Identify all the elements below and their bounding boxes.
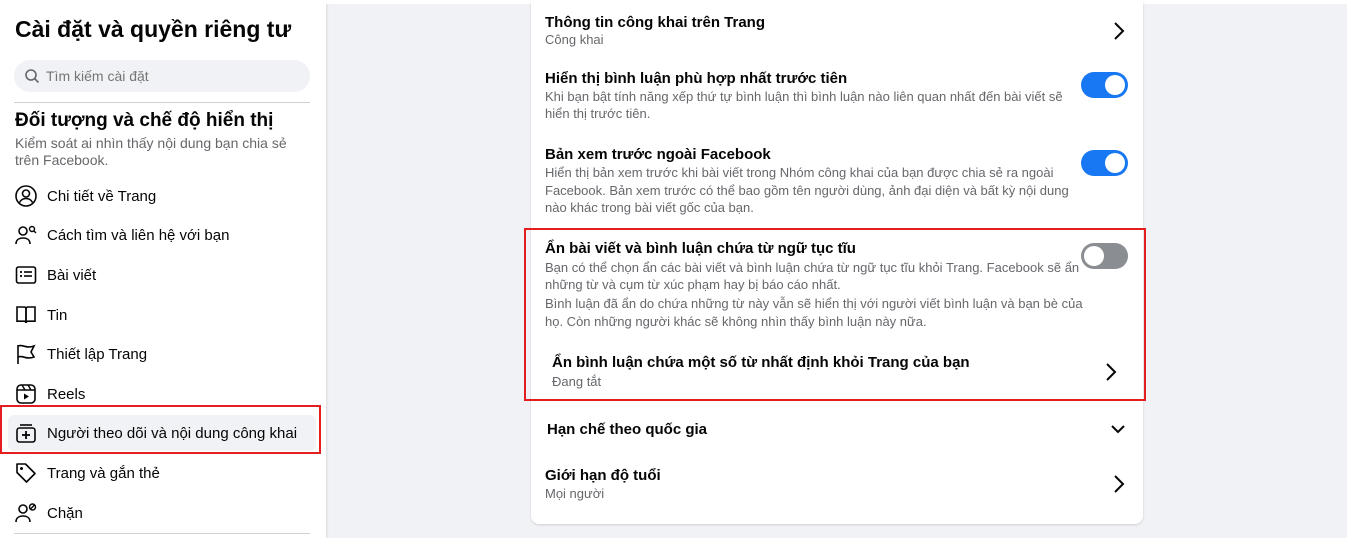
sidebar-item-page-details[interactable]: Chi tiết về Trang: [8, 178, 316, 214]
search-input[interactable]: [44, 67, 298, 85]
user-search-icon: [13, 222, 39, 248]
sidebar-item-label: Tin: [47, 306, 68, 324]
row-title: Hiển thị bình luận phù hợp nhất trước ti…: [545, 70, 848, 87]
chevron-down-icon[interactable]: [1110, 423, 1126, 435]
sidebar-item-label: Thiết lập Trang: [47, 345, 148, 363]
section-title: Đối tượng và chế độ hiển thị: [15, 110, 274, 131]
post-icon: [13, 262, 39, 288]
sidebar-item-posts[interactable]: Bài viết: [8, 257, 316, 293]
row-description: nào khác trong bài viết gốc của bạn.: [545, 200, 754, 215]
flag-icon: [13, 341, 39, 367]
book-icon: [13, 302, 39, 328]
search-icon: [25, 69, 40, 84]
divider: [14, 533, 310, 534]
chevron-right-icon[interactable]: [1112, 21, 1126, 41]
chevron-right-icon[interactable]: [1112, 474, 1126, 494]
reels-icon: [13, 381, 39, 407]
toggle-knob: [1105, 153, 1125, 173]
sidebar-item-stories[interactable]: Tin: [8, 297, 316, 333]
user-circle-icon: [13, 183, 39, 209]
toggle-knob: [1105, 75, 1125, 95]
page-title: Cài đặt và quyền riêng tư: [15, 16, 292, 42]
sidebar-item-label: Bài viết: [47, 266, 97, 284]
sidebar-item-label: Trang và gắn thẻ: [47, 464, 160, 482]
row-description: Khi bạn bật tính năng xếp thứ tự bình lu…: [545, 89, 1063, 104]
relevant-comments-toggle[interactable]: [1081, 72, 1128, 98]
settings-sidebar: Cài đặt và quyền riêng tư Đối tượng và c…: [0, 0, 326, 538]
user-block-icon: [13, 500, 39, 526]
row-title: Hạn chế theo quốc gia: [547, 421, 708, 438]
sidebar-item-label: Cách tìm và liên hệ với bạn: [47, 226, 230, 244]
sidebar-item-label: Chặn: [47, 504, 83, 522]
row-subtitle: Mọi người: [545, 486, 605, 501]
preview-toggle[interactable]: [1081, 150, 1128, 176]
search-box[interactable]: [14, 60, 310, 92]
sidebar-item-label: Reels: [47, 385, 86, 403]
sidebar-item-page-setup[interactable]: Thiết lập Trang: [8, 336, 316, 372]
row-subtitle: Công khai: [545, 32, 604, 47]
highlight-box-sidebar: [0, 405, 321, 454]
row-title: Giới hạn độ tuổi: [545, 467, 661, 484]
divider: [14, 102, 310, 103]
sidebar-item-pages-tagging[interactable]: Trang và gắn thẻ: [8, 455, 316, 491]
row-title: Bản xem trước ngoài Facebook: [545, 146, 771, 163]
row-description: hiển thị trước tiên.: [545, 106, 651, 121]
row-title: Thông tin công khai trên Trang: [545, 14, 765, 31]
highlight-box-main: [524, 228, 1146, 401]
tag-icon: [13, 460, 39, 486]
sidebar-item-blocking[interactable]: Chặn: [8, 495, 316, 531]
sidebar-item-find-contact[interactable]: Cách tìm và liên hệ với bạn: [8, 217, 316, 253]
section-description: Kiểm soát ai nhìn thấy nội dung bạn chia…: [15, 135, 287, 168]
sidebar-item-label: Chi tiết về Trang: [47, 187, 157, 205]
row-description: Hiển thị bản xem trước khi bài viết tron…: [545, 165, 1054, 180]
row-description: Facebook. Bản xem trước có thể bao gồm t…: [545, 183, 1069, 198]
